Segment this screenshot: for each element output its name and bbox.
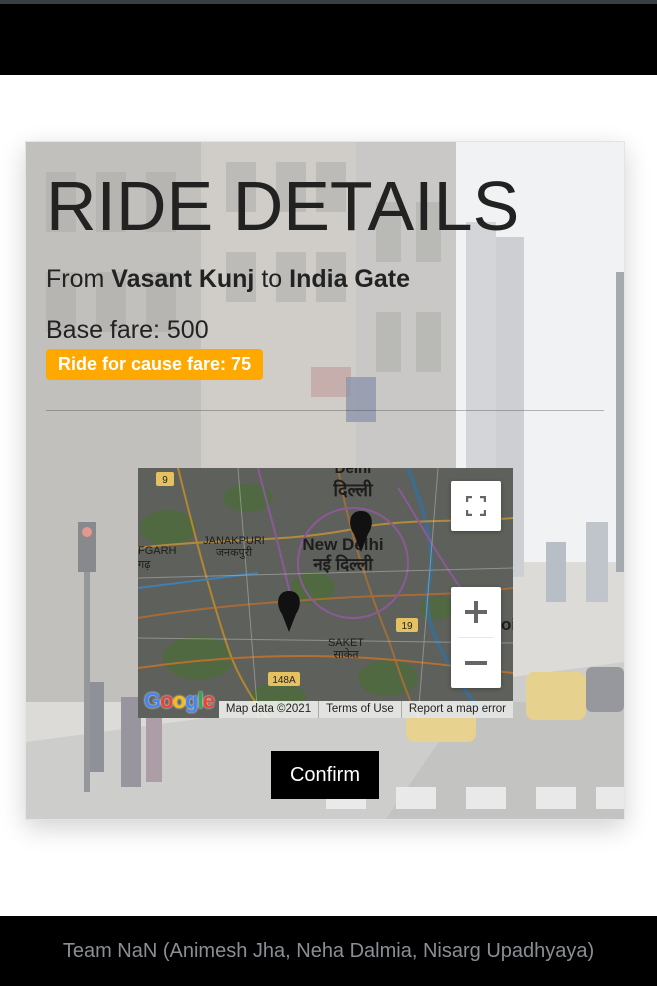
- page-title: RIDE DETAILS: [46, 167, 520, 245]
- route-origin: Vasant Kunj: [111, 265, 255, 293]
- map-attribution-bar: Map data ©2021 Terms of Use Report a map…: [218, 701, 513, 718]
- map-label-delhi-hi: दिल्ली: [332, 479, 374, 500]
- zoom-out-button[interactable]: [451, 638, 501, 688]
- ride-details-card: RIDE DETAILS From Vasant Kunj to India G…: [25, 141, 625, 820]
- route-from-prefix: From: [46, 265, 105, 293]
- map-label-saket-hi: साकेत: [333, 648, 359, 661]
- zoom-in-button[interactable]: [451, 587, 501, 637]
- map-label-delhi: Delhi: [335, 468, 372, 477]
- map-label-fgarh: FGARH: [138, 545, 177, 557]
- confirm-button[interactable]: Confirm: [271, 751, 379, 799]
- footer-credits: Team NaN (Animesh Jha, Neha Dalmia, Nisa…: [0, 916, 657, 986]
- fullscreen-icon: [466, 496, 486, 516]
- plus-icon: [465, 601, 487, 623]
- map-label-janakpuri: JANAKPURI: [203, 535, 265, 547]
- minus-icon: [465, 661, 487, 665]
- route-summary: From Vasant Kunj to India Gate: [46, 265, 410, 294]
- map-label-janakpuri-hi: जनकपुरी: [216, 546, 252, 559]
- top-navbar: [0, 0, 657, 75]
- map-label-new-delhi: New Delhi: [302, 535, 383, 554]
- top-strip: [0, 0, 657, 4]
- road-148a-label: 148A: [272, 675, 296, 686]
- terms-of-use-link[interactable]: Terms of Use: [318, 701, 401, 718]
- road-9-label: 9: [162, 475, 168, 486]
- map-label-fgarh-hi: गढ़: [138, 559, 151, 571]
- route-map[interactable]: 9 19 148A Delhi दिल्ली New Delhi नई दिल्…: [138, 468, 513, 718]
- base-fare: Base fare: 500: [46, 316, 209, 344]
- map-label-edge: oi: [501, 615, 513, 634]
- route-destination: India Gate: [289, 265, 411, 293]
- divider: [46, 410, 604, 411]
- report-map-error-link[interactable]: Report a map error: [400, 701, 513, 718]
- google-logo[interactable]: Google: [144, 688, 215, 714]
- route-to-prefix: to: [261, 265, 283, 293]
- road-19-label: 19: [401, 621, 413, 632]
- zoom-controls: [451, 587, 501, 688]
- cause-fare-badge: Ride for cause fare: 75: [46, 349, 264, 380]
- map-label-new-delhi-hi: नई दिल्ली: [312, 554, 373, 574]
- fullscreen-button[interactable]: [451, 481, 501, 531]
- map-label-saket: SAKET: [328, 637, 364, 649]
- map-data-attribution: Map data ©2021: [225, 703, 312, 715]
